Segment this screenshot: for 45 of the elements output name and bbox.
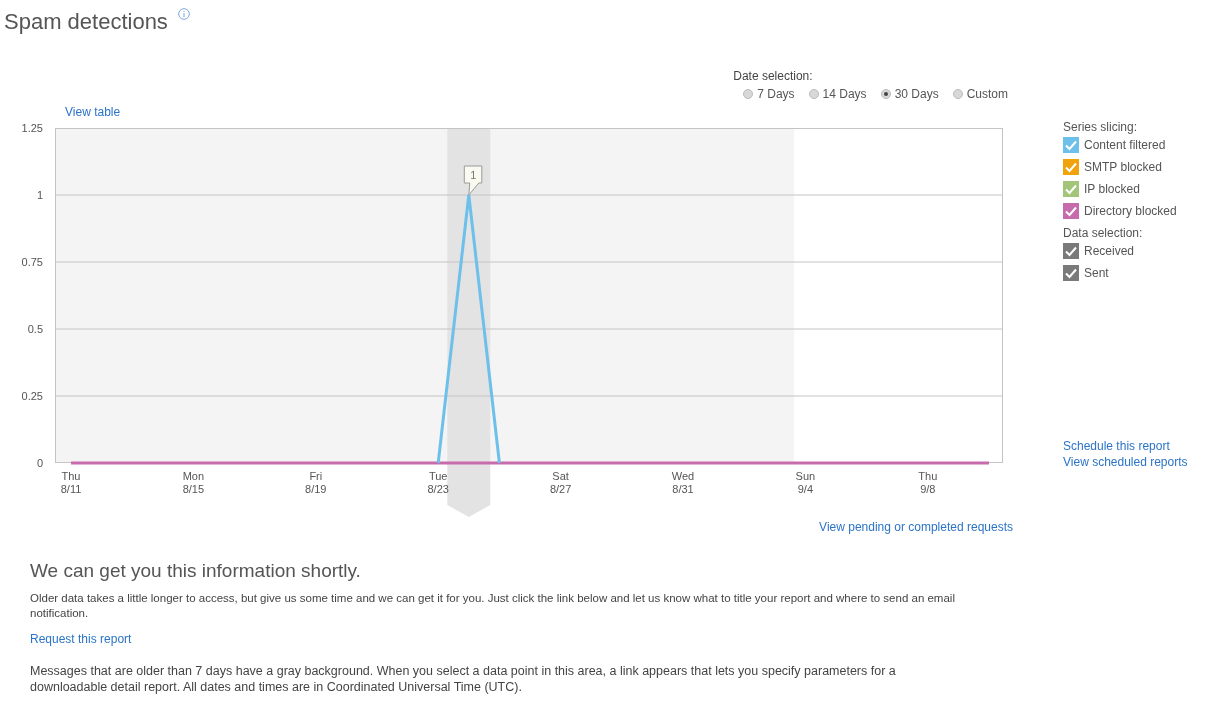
date-selection-label: Date selection:: [733, 68, 814, 84]
request-report-link[interactable]: Request this report: [30, 631, 132, 647]
view-pending-requests-link[interactable]: View pending or completed requests: [819, 519, 1013, 535]
view-table-link[interactable]: View table: [65, 104, 121, 120]
checkbox[interactable]: [1063, 265, 1079, 281]
axis-tick-label: 1: [36, 189, 43, 201]
axis-tick-label: Tue 8/23: [426, 470, 450, 496]
checkbox-label[interactable]: IP blocked: [1084, 182, 1140, 196]
checkbox[interactable]: [1063, 181, 1079, 197]
checkbox-label[interactable]: SMTP blocked: [1084, 160, 1162, 174]
checkbox-label[interactable]: Content filtered: [1084, 138, 1166, 152]
checkbox-label[interactable]: Received: [1084, 244, 1135, 258]
axis-tick-label: Wed 8/31: [670, 470, 696, 496]
axis-tick-label: Sun 9/4: [794, 470, 817, 496]
axis-tick-label: Mon 8/15: [181, 470, 206, 496]
annotation: 1: [470, 169, 477, 181]
date-range-option[interactable]: 7 Days: [743, 84, 795, 104]
report-link[interactable]: View scheduled reports: [1063, 454, 1213, 470]
axis-tick-label: 0.75: [21, 256, 43, 268]
axis-tick-label: 0: [36, 457, 43, 469]
date-range-option[interactable]: 30 Days: [880, 84, 939, 104]
page-title: Spam detections: [4, 8, 168, 36]
axis-tick-label: 0.25: [21, 390, 43, 402]
checkbox-label[interactable]: Sent: [1084, 266, 1109, 280]
axis-tick-label: Thu 8/11: [59, 470, 83, 496]
checkbox[interactable]: [1063, 159, 1079, 175]
info-text: Older data takes a little longer to access, but give us some time and we can get it for you. Just click the link below and let us know what to title your report and where to send an email notification.: [30, 591, 956, 621]
axis-tick-label: 0.5: [27, 323, 43, 335]
info-heading: We can get you this information shortly.: [30, 559, 362, 583]
checkbox-label[interactable]: Directory blocked: [1084, 204, 1177, 218]
data-selection-label: Data selection:: [1063, 226, 1144, 240]
axis-tick-label: 1.25: [21, 122, 43, 134]
series-slicing-label: Series slicing:: [1063, 120, 1139, 134]
checkbox[interactable]: [1063, 243, 1079, 259]
info-icon[interactable]: [177, 8, 190, 20]
data-label-callout: 1: [463, 165, 483, 196]
axis-tick-label: Sat 8/27: [548, 470, 573, 496]
checkbox[interactable]: [1063, 137, 1079, 153]
checkbox[interactable]: [1063, 203, 1079, 219]
report-link[interactable]: Schedule this report: [1063, 438, 1213, 454]
axis-tick-label: Fri 8/19: [304, 470, 328, 496]
date-range-option[interactable]: Custom: [952, 84, 1008, 104]
axis-tick-label: Thu 9/8: [917, 470, 939, 496]
date-range-option[interactable]: 14 Days: [808, 84, 867, 104]
info-note: Messages that are older than 7 days have a gray background. When you select a data point in this area, a link appears that lets you specify parameters for a downloadable detail report. All dates and times are in Coordinated Universal Time (UTC).: [30, 663, 897, 695]
